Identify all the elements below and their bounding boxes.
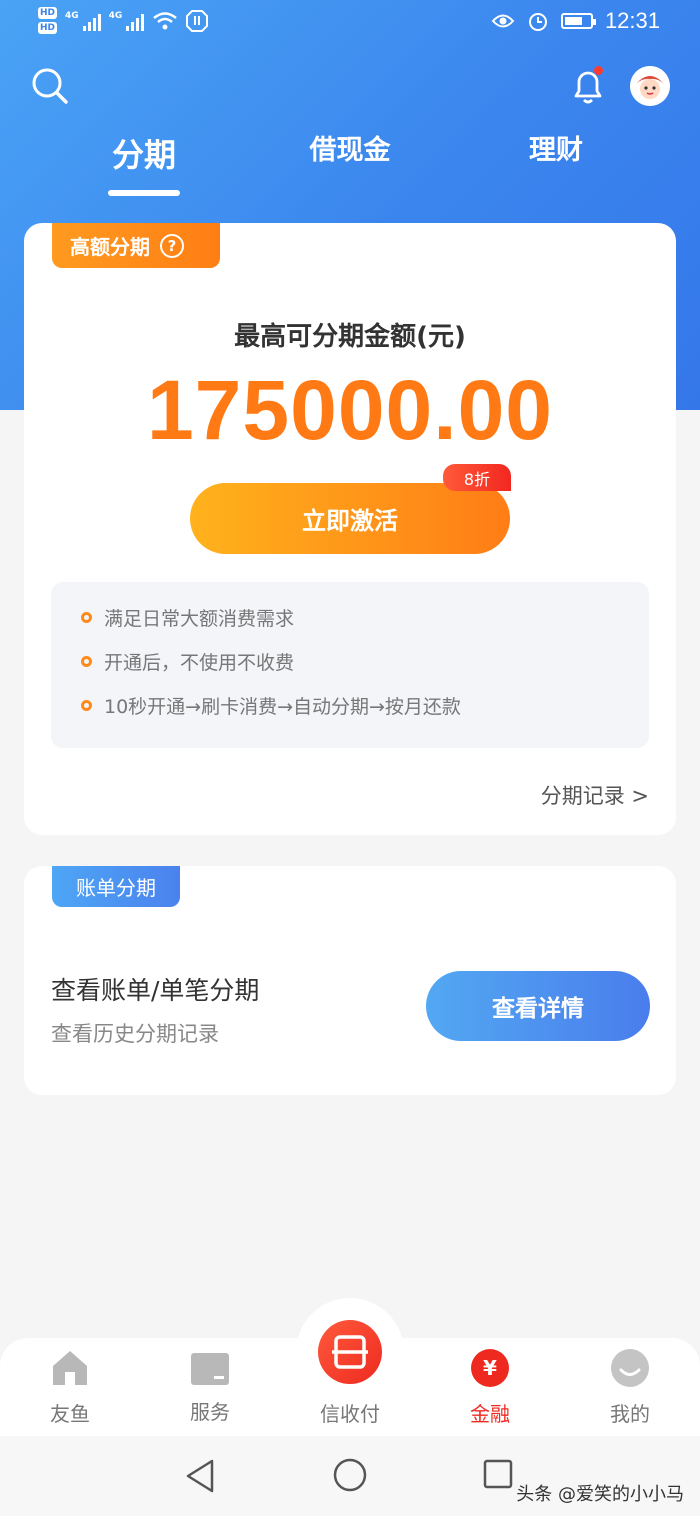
tab-wealth[interactable]: 理财 [520,128,592,167]
nav-label: 金融 [470,1402,510,1426]
activate-button[interactable]: 立即激活 [190,483,510,554]
eye-icon [491,14,515,28]
bill-title: 查看账单/单笔分期 [51,976,260,1005]
notification-dot [594,66,603,75]
benefits-box: 满足日常大额消费需求 开通后，不使用不收费 10秒开通→刷卡消费→自动分期→按月… [51,582,649,748]
nav-item-youyu[interactable]: 友鱼 [25,1348,115,1427]
status-bar: HD HD 4G 4G 12:31 [0,0,700,48]
view-details-button[interactable]: 查看详情 [426,971,650,1041]
nav-item-xinshoufu[interactable] [318,1320,382,1384]
avatar-face-icon [630,66,670,106]
nav-item-service[interactable]: 服务 [165,1352,255,1425]
card-icon [191,1353,229,1385]
benefit-text: 满足日常大额消费需求 [104,608,295,630]
nav-label: 友鱼 [50,1402,90,1426]
sim2-hd-badge: HD [38,22,58,34]
nav-item-mine[interactable]: 我的 [585,1348,675,1427]
home-icon[interactable] [333,1458,367,1492]
wifi-icon [153,11,178,29]
house-icon [53,1351,87,1385]
nav-label: 我的 [610,1402,650,1426]
installment-tag: 高额分期 ? [52,223,220,268]
benefit-item: 开通后，不使用不收费 [81,648,294,675]
smile-icon [611,1349,649,1387]
limit-amount: 175000.00 [146,363,554,457]
nav-label: 服务 [190,1400,230,1424]
installment-records-link[interactable]: 分期记录 > [541,780,649,810]
signal-1-icon: 4G [65,11,101,31]
benefit-item: 10秒开通→刷卡消费→自动分期→按月还款 [81,692,461,719]
benefit-text: 开通后，不使用不收费 [104,652,295,674]
nav-item-finance[interactable]: ¥ 金融 [445,1348,535,1427]
bill-installment-tag: 账单分期 [52,866,180,907]
hand-icon [186,9,209,32]
active-tab-indicator [108,190,180,196]
watermark: 头条 @爱笑的小小马 [516,1484,684,1505]
sim1-hd-badge: HD [38,7,58,19]
search-icon[interactable] [30,66,70,106]
limit-label: 最高可分期金额(元) [234,322,466,352]
help-icon[interactable]: ? [160,233,184,258]
tab-cash-loan[interactable]: 借现金 [300,128,400,167]
battery-icon [560,13,596,29]
benefit-item: 满足日常大额消费需求 [81,604,294,631]
svg-text:¥: ¥ [483,1356,497,1380]
benefit-text: 10秒开通→刷卡消费→自动分期→按月还款 [104,696,461,718]
signal-2-icon: 4G [109,11,145,31]
bullet-icon [81,700,92,711]
yen-icon: ¥ [471,1349,509,1387]
installment-tag-label: 高额分期 [70,235,150,259]
bullet-icon [81,612,92,623]
status-time: 12:31 [604,8,660,33]
scan-icon [332,1335,368,1369]
alarm-icon [528,13,547,31]
bullet-icon [81,656,92,667]
bill-subtitle: 查看历史分期记录 [51,1022,219,1046]
back-icon[interactable] [184,1458,216,1494]
discount-badge: 8折 [443,464,511,491]
recents-icon[interactable] [483,1459,513,1489]
avatar[interactable] [630,66,670,106]
nav-label-xinshoufu[interactable]: 信收付 [305,1398,395,1427]
tab-installment[interactable]: 分期 [108,130,180,176]
